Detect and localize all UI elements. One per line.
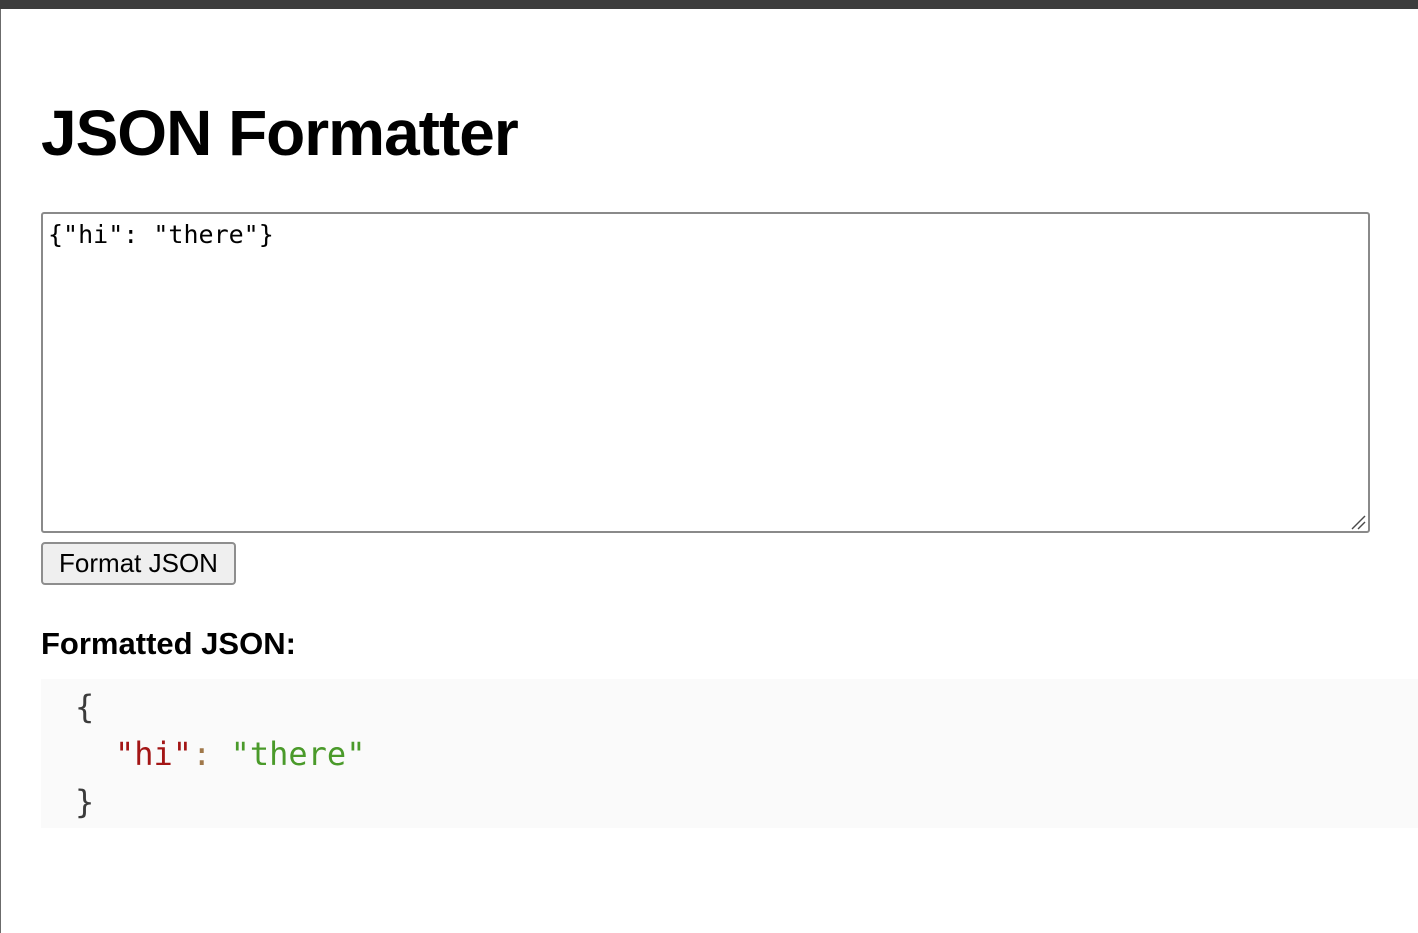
json-separator: :: [192, 735, 231, 773]
json-entry-line: "hi": "there": [115, 734, 365, 774]
window-left-border: [0, 9, 1, 933]
formatted-json-heading: Formatted JSON:: [41, 626, 296, 661]
close-brace: }: [75, 783, 95, 821]
json-input-textarea[interactable]: {"hi": "there"}: [41, 212, 1370, 533]
resize-grip-icon[interactable]: [1350, 515, 1366, 530]
format-json-button[interactable]: Format JSON: [41, 542, 236, 585]
formatted-json-output: { "hi": "there" }: [41, 679, 1418, 828]
page-title: JSON Formatter: [41, 97, 519, 169]
json-key: "hi": [115, 735, 193, 773]
window-top-bar: [0, 0, 1418, 9]
json-value: "there": [230, 735, 366, 773]
open-brace: {: [75, 688, 95, 726]
